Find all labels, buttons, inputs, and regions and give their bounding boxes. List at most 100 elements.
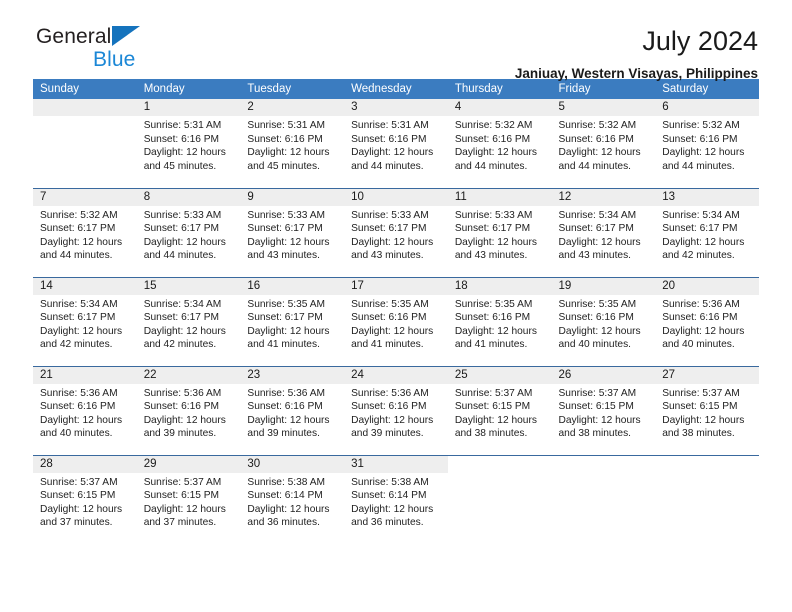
day-cell-inner: 14 Sunrise: 5:34 AM Sunset: 6:17 PM Dayligh… bbox=[33, 277, 137, 366]
logo-text-general: General bbox=[36, 25, 112, 48]
day-cell-inner bbox=[655, 455, 759, 544]
daylight-text-line1: Daylight: 12 hours bbox=[454, 414, 537, 426]
calendar-day-cell[interactable]: 20 Sunrise: 5:36 AM Sunset: 6:16 PM Dayligh… bbox=[655, 276, 759, 366]
day-cell-inner: 11 Sunrise: 5:33 AM Sunset: 6:17 PM Dayligh… bbox=[447, 188, 552, 277]
daylight-text-line2: and 45 minutes. bbox=[247, 160, 320, 172]
sunrise-text: Sunrise: 5:37 AM bbox=[143, 476, 222, 488]
calendar-day-cell bbox=[33, 99, 137, 188]
calendar-day-cell[interactable]: 23 Sunrise: 5:36 AM Sunset: 6:16 PM Dayligh… bbox=[240, 365, 345, 455]
calendar-day-cell[interactable]: 12 Sunrise: 5:34 AM Sunset: 6:17 PM Dayligh… bbox=[551, 187, 656, 277]
calendar-day-cell[interactable]: 26 Sunrise: 5:37 AM Sunset: 6:15 PM Dayligh… bbox=[551, 365, 656, 455]
day-sun-info: Sunrise: 5:37 AM Sunset: 6:15 PM Daylight:… bbox=[137, 473, 241, 530]
daylight-text-line2: and 36 minutes. bbox=[351, 517, 424, 529]
sunset-text: Sunset: 6:16 PM bbox=[351, 401, 427, 413]
sunrise-text: Sunrise: 5:37 AM bbox=[558, 387, 637, 399]
daylight-text-line1: Daylight: 12 hours bbox=[143, 147, 226, 159]
sunset-text: Sunset: 6:15 PM bbox=[143, 490, 220, 502]
day-sun-info: Sunrise: 5:38 AM Sunset: 6:14 PM Daylight:… bbox=[344, 473, 448, 530]
calendar-day-cell[interactable]: 25 Sunrise: 5:37 AM Sunset: 6:15 PM Dayligh… bbox=[447, 365, 552, 455]
calendar-day-cell[interactable]: 27 Sunrise: 5:37 AM Sunset: 6:15 PM Dayligh… bbox=[655, 365, 759, 455]
daylight-text-line1: Daylight: 12 hours bbox=[662, 147, 745, 159]
calendar-day-cell[interactable]: 10 Sunrise: 5:33 AM Sunset: 6:17 PM Dayligh… bbox=[344, 187, 448, 277]
daylight-text-line1: Daylight: 12 hours bbox=[40, 503, 123, 515]
sunrise-text: Sunrise: 5:36 AM bbox=[143, 387, 222, 399]
day-cell-inner: 17 Sunrise: 5:35 AM Sunset: 6:16 PM Dayligh… bbox=[344, 277, 448, 366]
sunset-text: Sunset: 6:15 PM bbox=[454, 401, 531, 413]
day-number: 20 bbox=[662, 279, 676, 292]
day-sun-info: Sunrise: 5:31 AM Sunset: 6:16 PM Daylight:… bbox=[137, 116, 241, 173]
daylight-text-line1: Daylight: 12 hours bbox=[247, 147, 330, 159]
calendar-day-cell[interactable]: 15 Sunrise: 5:34 AM Sunset: 6:17 PM Dayligh… bbox=[136, 276, 241, 366]
daylight-text-line2: and 42 minutes. bbox=[40, 339, 113, 351]
day-cell-inner: 25 Sunrise: 5:37 AM Sunset: 6:15 PM Dayligh… bbox=[447, 366, 552, 455]
day-cell-inner: 10 Sunrise: 5:33 AM Sunset: 6:17 PM Dayligh… bbox=[344, 188, 448, 277]
day-cell-inner: 13 Sunrise: 5:34 AM Sunset: 6:17 PM Dayligh… bbox=[655, 188, 759, 277]
day-sun-info: Sunrise: 5:36 AM Sunset: 6:16 PM Daylight:… bbox=[240, 384, 344, 441]
calendar-day-cell[interactable]: 22 Sunrise: 5:36 AM Sunset: 6:16 PM Dayligh… bbox=[136, 365, 241, 455]
sunset-text: Sunset: 6:16 PM bbox=[247, 401, 323, 413]
daylight-text-line1: Daylight: 12 hours bbox=[247, 503, 330, 515]
sunrise-text: Sunrise: 5:35 AM bbox=[558, 298, 637, 310]
calendar-week-row: 1 Sunrise: 5:31 AM Sunset: 6:16 PM Daylight… bbox=[33, 99, 759, 188]
sunrise-text: Sunrise: 5:34 AM bbox=[143, 298, 222, 310]
day-number: 28 bbox=[40, 457, 53, 470]
calendar-day-cell[interactable]: 14 Sunrise: 5:34 AM Sunset: 6:17 PM Dayligh… bbox=[33, 276, 137, 366]
sunset-text: Sunset: 6:14 PM bbox=[247, 490, 323, 502]
daylight-text-line1: Daylight: 12 hours bbox=[351, 147, 434, 159]
calendar-week-row: 7 Sunrise: 5:32 AM Sunset: 6:17 PM Daylight… bbox=[33, 187, 759, 277]
calendar-day-cell[interactable]: 2 Sunrise: 5:31 AM Sunset: 6:16 PM Daylight… bbox=[240, 99, 345, 188]
sunrise-text: Sunrise: 5:36 AM bbox=[40, 387, 118, 399]
daylight-text-line1: Daylight: 12 hours bbox=[662, 236, 745, 248]
day-cell-inner: 21 Sunrise: 5:36 AM Sunset: 6:16 PM Dayligh… bbox=[33, 366, 137, 455]
calendar-day-cell[interactable]: 9 Sunrise: 5:33 AM Sunset: 6:17 PM Daylight… bbox=[240, 187, 345, 277]
calendar-day-cell[interactable]: 7 Sunrise: 5:32 AM Sunset: 6:17 PM Daylight… bbox=[33, 187, 137, 277]
sunset-text: Sunset: 6:16 PM bbox=[454, 133, 531, 145]
calendar-week-row: 14 Sunrise: 5:34 AM Sunset: 6:17 PM Dayligh… bbox=[33, 276, 759, 366]
daylight-text-line2: and 39 minutes. bbox=[143, 428, 217, 440]
calendar-day-cell[interactable]: 19 Sunrise: 5:35 AM Sunset: 6:16 PM Dayligh… bbox=[551, 276, 656, 366]
calendar-day-cell[interactable]: 4 Sunrise: 5:32 AM Sunset: 6:16 PM Daylight… bbox=[447, 99, 552, 188]
sunrise-text: Sunrise: 5:32 AM bbox=[558, 120, 637, 131]
calendar-day-cell[interactable]: 29 Sunrise: 5:37 AM Sunset: 6:15 PM Dayligh… bbox=[136, 454, 241, 544]
sunrise-text: Sunrise: 5:37 AM bbox=[40, 476, 118, 488]
sunrise-text: Sunrise: 5:36 AM bbox=[247, 387, 325, 399]
calendar-day-cell[interactable]: 24 Sunrise: 5:36 AM Sunset: 6:16 PM Dayligh… bbox=[344, 365, 448, 455]
calendar-day-cell[interactable]: 13 Sunrise: 5:34 AM Sunset: 6:17 PM Dayligh… bbox=[655, 187, 759, 277]
sunset-text: Sunset: 6:17 PM bbox=[40, 223, 116, 235]
sunrise-text: Sunrise: 5:31 AM bbox=[247, 120, 325, 131]
calendar-day-cell[interactable]: 28 Sunrise: 5:37 AM Sunset: 6:15 PM Dayligh… bbox=[33, 454, 137, 544]
calendar-day-cell[interactable]: 6 Sunrise: 5:32 AM Sunset: 6:16 PM Daylight… bbox=[655, 99, 759, 188]
day-sun-info: Sunrise: 5:38 AM Sunset: 6:14 PM Daylight:… bbox=[240, 473, 344, 530]
calendar-day-cell[interactable]: 30 Sunrise: 5:38 AM Sunset: 6:14 PM Dayligh… bbox=[240, 454, 345, 544]
calendar-day-cell[interactable]: 16 Sunrise: 5:35 AM Sunset: 6:17 PM Dayligh… bbox=[240, 276, 345, 366]
daylight-text-line2: and 38 minutes. bbox=[454, 428, 528, 440]
daylight-text-line2: and 42 minutes. bbox=[662, 250, 735, 262]
calendar-day-cell[interactable]: 21 Sunrise: 5:36 AM Sunset: 6:16 PM Dayligh… bbox=[33, 365, 137, 455]
sunrise-text: Sunrise: 5:31 AM bbox=[351, 120, 429, 131]
calendar-day-cell[interactable]: 5 Sunrise: 5:32 AM Sunset: 6:16 PM Daylight… bbox=[551, 99, 656, 188]
daylight-text-line2: and 44 minutes. bbox=[454, 160, 528, 172]
day-number: 7 bbox=[40, 190, 47, 203]
day-number: 1 bbox=[143, 101, 151, 113]
day-number: 16 bbox=[247, 279, 261, 292]
day-number: 14 bbox=[40, 279, 53, 292]
calendar-day-cell[interactable]: 8 Sunrise: 5:33 AM Sunset: 6:17 PM Daylight… bbox=[136, 187, 241, 277]
calendar-day-cell[interactable]: 18 Sunrise: 5:35 AM Sunset: 6:16 PM Dayligh… bbox=[447, 276, 552, 366]
sunrise-text: Sunrise: 5:37 AM bbox=[454, 387, 533, 399]
sunset-text: Sunset: 6:17 PM bbox=[351, 223, 427, 235]
day-sun-info: Sunrise: 5:33 AM Sunset: 6:17 PM Daylight:… bbox=[137, 206, 241, 263]
calendar-day-cell[interactable]: 3 Sunrise: 5:31 AM Sunset: 6:16 PM Daylight… bbox=[344, 99, 448, 188]
calendar-day-cell[interactable]: 11 Sunrise: 5:33 AM Sunset: 6:17 PM Dayligh… bbox=[447, 187, 552, 277]
daylight-text-line1: Daylight: 12 hours bbox=[454, 325, 537, 337]
calendar-day-cell[interactable]: 1 Sunrise: 5:31 AM Sunset: 6:16 PM Daylight… bbox=[136, 99, 241, 188]
weekday-header-wednesday: Wednesday bbox=[344, 79, 448, 99]
sunset-text: Sunset: 6:16 PM bbox=[558, 312, 634, 324]
calendar-day-cell[interactable]: 31 Sunrise: 5:38 AM Sunset: 6:14 PM Dayligh… bbox=[344, 454, 448, 544]
daylight-text-line2: and 44 minutes. bbox=[40, 250, 113, 262]
generalblue-logo[interactable]: General Blue bbox=[33, 25, 141, 70]
calendar-day-cell[interactable]: 17 Sunrise: 5:35 AM Sunset: 6:16 PM Dayligh… bbox=[344, 276, 448, 366]
daylight-text-line1: Daylight: 12 hours bbox=[558, 325, 641, 337]
daylight-text-line1: Daylight: 12 hours bbox=[454, 236, 537, 248]
daylight-text-line2: and 40 minutes. bbox=[662, 339, 735, 351]
sunset-text: Sunset: 6:16 PM bbox=[558, 133, 634, 145]
